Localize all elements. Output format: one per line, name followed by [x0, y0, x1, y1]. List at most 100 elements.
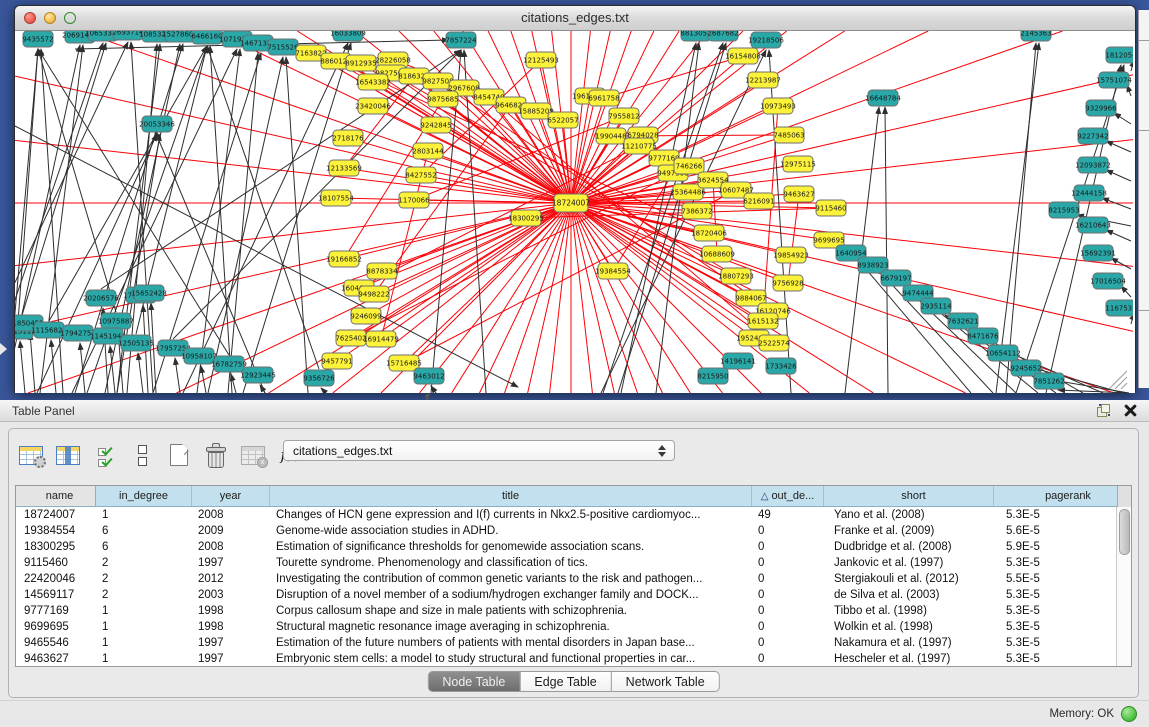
table-cell: Yano et al. (2008) [824, 507, 994, 523]
table-cell: Tourette syndrome. Phenomenology and cla… [270, 555, 752, 571]
graph-node-label: 18724007 [552, 199, 590, 208]
tab-node-table[interactable]: Node Table [427, 671, 520, 692]
network-canvas[interactable]: 9435572206914061065332726937141085326715… [15, 31, 1135, 393]
table-cell: Embryonic stem cells: a model to study s… [270, 651, 752, 667]
graph-node-label: 11210775 [621, 143, 657, 151]
graph-node-label: 19854923 [773, 252, 809, 260]
close-window-button[interactable] [24, 12, 36, 24]
graph-node-label: 12093872 [1075, 162, 1111, 170]
memory-ok-indicator [1121, 706, 1137, 722]
table-body: 1872400712008Changes of HCN gene express… [16, 507, 1131, 667]
window-titlebar[interactable]: citations_edges.txt [15, 6, 1135, 31]
table-row[interactable]: 946554611997Estimation of the future num… [16, 635, 1131, 651]
graph-node-label: 25364486 [670, 189, 706, 197]
table-cell: 22420046 [16, 571, 96, 587]
float-panel-icon[interactable] [1097, 404, 1110, 417]
table-cell: 1 [96, 635, 192, 651]
table-cell: 9115460 [16, 555, 96, 571]
table-cell: 2 [96, 587, 192, 603]
column-header-short[interactable]: short [824, 486, 994, 506]
graph-node-label: 7485063 [773, 132, 804, 140]
graph-node-label: 9884067 [735, 295, 766, 303]
graph-node-label: 8215953 [1048, 207, 1079, 215]
table-cell: 1997 [192, 635, 270, 651]
select-all-checks-button[interactable] [93, 441, 117, 469]
column-select-button[interactable] [56, 441, 80, 469]
table-row[interactable]: 946362711997Embryonic stem cells: a mode… [16, 651, 1131, 667]
table-cell: 1998 [192, 603, 270, 619]
table-cell: 6 [96, 539, 192, 555]
unselect-rows-button[interactable] [130, 441, 154, 469]
column-header-year[interactable]: year [192, 486, 270, 506]
table-cell: 0 [752, 603, 824, 619]
column-header-out_de[interactable]: △out_de... [752, 486, 824, 506]
table-cell: 19384554 [16, 523, 96, 539]
table-row[interactable]: 1456911722003Disruption of a novel membe… [16, 587, 1131, 603]
table-row[interactable]: 1872400712008Changes of HCN gene express… [16, 507, 1131, 523]
graph-node-label: 15652428 [131, 290, 167, 298]
column-header-name[interactable]: name [16, 486, 96, 506]
graph-node-label: 15692391 [1080, 250, 1116, 258]
graph-node-label: 6466160 [191, 33, 222, 41]
table-settings-button[interactable] [19, 441, 43, 469]
table-cell: 0 [752, 651, 824, 667]
tab-network-table[interactable]: Network Table [612, 671, 720, 692]
minimize-window-button[interactable] [44, 12, 56, 24]
column-header-in_degree[interactable]: in_degree [96, 486, 192, 506]
table-cell: 0 [752, 571, 824, 587]
graph-node-label: 2935114 [920, 303, 952, 311]
delete-table-button[interactable] [204, 441, 228, 469]
table-cell: 5.3E-5 [994, 587, 1131, 603]
table-row[interactable]: 2242004622012Investigating the contribut… [16, 571, 1131, 587]
table-cell: 1 [96, 507, 192, 523]
table-panel-titlebar: Table Panel [0, 400, 1149, 422]
graph-node-label: 19218506 [748, 37, 784, 45]
tab-edge-table[interactable]: Edge Table [520, 671, 611, 692]
table-cell: 0 [752, 635, 824, 651]
graph-node-label: 9756928 [772, 280, 803, 288]
table-cell: 18724007 [16, 507, 96, 523]
graph-node-label: 12505135 [118, 340, 154, 348]
table-cell: 1 [96, 619, 192, 635]
table-cell: 2 [96, 555, 192, 571]
vertical-scrollbar[interactable] [1116, 507, 1131, 666]
table-source-dropdown[interactable]: citations_edges.txt [283, 440, 675, 461]
graph-node-label: 1640954 [835, 250, 867, 258]
close-panel-icon[interactable] [1124, 404, 1137, 417]
document-icon [170, 444, 188, 466]
network-window: citations_edges.txt 94355722069140610653… [14, 5, 1136, 393]
graph-node-label: 20206576 [83, 295, 119, 303]
background-window-edge [1138, 10, 1149, 388]
graph-node-label: 18807293 [718, 273, 754, 281]
table-row[interactable]: 977716911998Corpus callosum shape and si… [16, 603, 1131, 619]
graph-node-label: 7857224 [445, 37, 477, 45]
graph-node-label: 8215950 [697, 373, 728, 381]
scrollbar-thumb[interactable] [1119, 509, 1130, 555]
graph-node-label: 10654112 [985, 350, 1021, 358]
table-header-row: namein_degreeyeartitle△out_de...shortpag… [16, 486, 1131, 507]
new-table-button[interactable] [167, 441, 191, 469]
table-disabled-icon: x [241, 446, 265, 465]
graph-node-label: 10958107 [181, 353, 217, 361]
graph-node-label: 16210643 [1075, 222, 1111, 230]
table-cell: 2008 [192, 539, 270, 555]
table-cell: 49 [752, 507, 824, 523]
column-header-title[interactable]: title [270, 486, 752, 506]
table-row[interactable]: 1830029562008Estimation of significance … [16, 539, 1131, 555]
table-cell: 0 [752, 555, 824, 571]
graph-node-label: 12213987 [745, 77, 781, 85]
table-cell: Changes of HCN gene expression and I(f) … [270, 507, 752, 523]
background-window-fragment [0, 343, 7, 355]
table-row[interactable]: 1938455462009Genome-wide association stu… [16, 523, 1131, 539]
table-row[interactable]: 911546021997Tourette syndrome. Phenomeno… [16, 555, 1131, 571]
table-cell: 0 [752, 587, 824, 603]
zoom-window-button[interactable] [64, 12, 76, 24]
graph-node-label: 12444158 [1071, 190, 1107, 198]
column-header-pagerank[interactable]: pagerank [994, 486, 1131, 506]
table-cell: Stergiakouli et al. (2012) [824, 571, 994, 587]
table-cell: Estimation of the future numbers of pati… [270, 635, 752, 651]
graph-node-label: 7515526 [267, 44, 299, 52]
network-graph[interactable]: 9435572206914061065332726937141085326715… [15, 31, 1133, 393]
table-cell: 9777169 [16, 603, 96, 619]
table-row[interactable]: 969969511998Structural magnetic resonanc… [16, 619, 1131, 635]
